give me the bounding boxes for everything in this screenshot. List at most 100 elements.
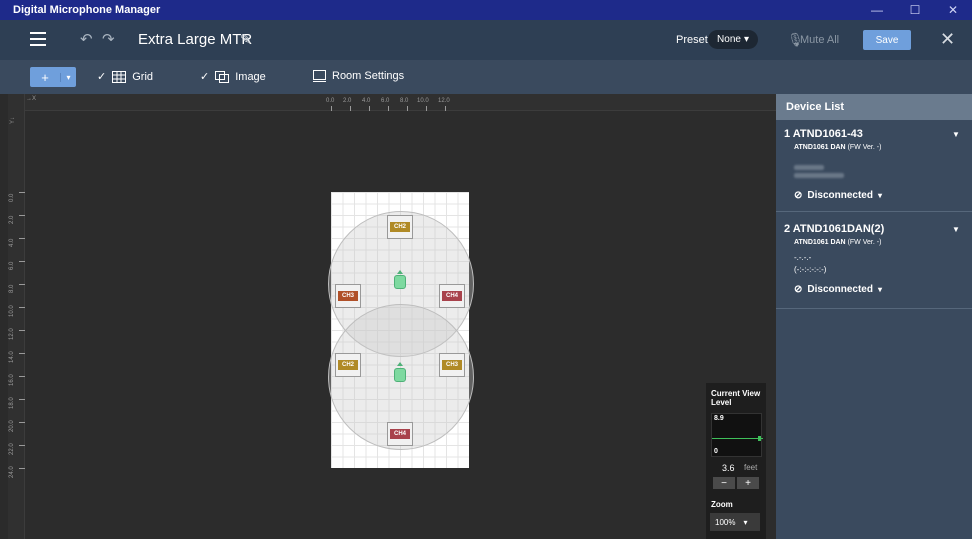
ruler-tick: 2.0	[343, 98, 352, 104]
ruler-tick: 12.0	[438, 98, 450, 104]
ruler-tick: 2.0	[9, 215, 15, 224]
view-level-graph[interactable]: 8.9 0	[711, 413, 763, 457]
ruler-tick: 18.0	[9, 397, 15, 409]
ruler-tick: 20.0	[9, 420, 15, 432]
microphone-device[interactable]	[394, 275, 406, 289]
room-title: Extra Large MTR	[138, 31, 253, 48]
channel-ch2[interactable]: CH2	[387, 215, 413, 239]
device-model-name: ATND1061 DAN	[794, 144, 846, 151]
maximize-button[interactable]: ☐	[896, 0, 934, 20]
ruler-top	[8, 94, 776, 111]
pencil-icon[interactable]: ✎	[240, 31, 252, 48]
image-toggle[interactable]: ✓ Image	[200, 70, 266, 83]
zoom-select[interactable]: 100% ▾	[710, 513, 760, 531]
preset-value: None	[717, 34, 741, 45]
redo-icon[interactable]: ↷	[102, 30, 115, 48]
channel-ch3[interactable]: CH3	[335, 284, 361, 308]
check-icon: ✓	[97, 71, 107, 83]
view-level-handle[interactable]	[758, 436, 761, 441]
save-button[interactable]: Save	[863, 30, 911, 50]
device-model: ATND1061 DAN (FW Ver. -)	[794, 144, 881, 151]
chevron-down-icon: ▾	[877, 191, 882, 200]
mute-all-button[interactable]: Mute All	[800, 34, 839, 46]
ruler-mark	[19, 307, 25, 308]
ruler-mark	[19, 376, 25, 377]
device-status[interactable]: ⊘ Disconnected ▾	[794, 190, 882, 201]
device-card[interactable]: 2 ATND1061DAN(2) ▼ ATND1061 DAN (FW Ver.…	[776, 213, 972, 309]
ruler-tick: 12.0	[9, 328, 15, 340]
device-ip: -.-.-.-	[794, 253, 812, 262]
minimize-button[interactable]: —	[858, 0, 896, 20]
channel-ch2[interactable]: CH2	[335, 353, 361, 377]
view-level-line	[712, 438, 763, 439]
disconnected-icon: ⊘	[794, 284, 803, 295]
mic-direction-arrow	[397, 362, 403, 366]
close-icon[interactable]: ✕	[940, 29, 955, 50]
hamburger-icon[interactable]	[30, 32, 46, 46]
check-icon: ✓	[200, 71, 210, 83]
ruler-mark	[19, 215, 25, 216]
channel-ch4[interactable]: CH4	[387, 422, 413, 446]
device-list-panel: Device List 1 ATND1061-43 ▼ ATND1061 DAN…	[776, 94, 972, 539]
device-status[interactable]: ⊘ Disconnected ▾	[794, 284, 882, 295]
ruler-tick: 0.0	[326, 98, 335, 104]
ruler-mark	[407, 106, 408, 111]
view-level-decrease-button[interactable]: −	[713, 477, 735, 489]
ruler-mark	[19, 422, 25, 423]
device-model-name: ATND1061 DAN	[794, 239, 846, 246]
ruler-mark	[426, 106, 427, 111]
window-close-button[interactable]: ✕	[934, 0, 972, 20]
ruler-mark	[350, 106, 351, 111]
window-title: Digital Microphone Manager	[13, 4, 161, 16]
device-card[interactable]: 1 ATND1061-43 ▼ ATND1061 DAN (FW Ver. -)…	[776, 120, 972, 212]
grid-icon	[112, 70, 127, 83]
undo-icon[interactable]: ↶	[80, 30, 93, 48]
ruler-x-label: →X	[26, 96, 37, 102]
ruler-mark	[369, 106, 370, 111]
app-window: Digital Microphone Manager — ☐ ✕ ↶ ↷ Ext…	[0, 0, 972, 539]
room-settings-button[interactable]: Room Settings	[313, 70, 404, 82]
toolbar: + ▾ ✓ Grid ✓ Image Room Settings	[0, 60, 972, 94]
channel-ch3[interactable]: CH3	[439, 353, 465, 377]
room-canvas[interactable]: →X Y↓ 0.0 2.0 4.0 6.0 8.0 10.0 12.0 0.0 …	[8, 94, 776, 539]
image-label: Image	[235, 70, 266, 83]
ruler-mark	[19, 399, 25, 400]
grid-toggle[interactable]: ✓ Grid	[97, 70, 153, 83]
microphone-device[interactable]	[394, 368, 406, 382]
ruler-tick: 4.0	[9, 238, 15, 247]
device-status-label: Disconnected	[807, 284, 873, 295]
ruler-tick: 8.0	[9, 284, 15, 293]
view-level-increase-button[interactable]: +	[737, 477, 759, 489]
device-list-title: Device List	[776, 94, 972, 120]
add-button[interactable]: + ▾	[30, 67, 76, 87]
ruler-tick: 6.0	[9, 261, 15, 270]
chevron-down-icon[interactable]: ▾	[60, 72, 76, 82]
ruler-tick: 4.0	[362, 98, 371, 104]
ruler-tick: 24.0	[9, 466, 15, 478]
view-level-title: Current View Level	[711, 389, 761, 407]
channel-ch4[interactable]: CH4	[439, 284, 465, 308]
ruler-tick: 16.0	[9, 374, 15, 386]
ruler-mark	[19, 445, 25, 446]
channel-label: CH4	[442, 291, 462, 301]
ruler-y-label: Y↓	[10, 116, 16, 124]
app-header: ↶ ↷ Extra Large MTR ✎ Preset None ▾ 🎙 Mu…	[0, 20, 972, 60]
ruler-mark	[19, 192, 25, 193]
chevron-down-icon[interactable]: ▼	[952, 130, 960, 139]
preset-select[interactable]: None ▾	[708, 30, 758, 49]
ruler-tick: 8.0	[400, 98, 409, 104]
view-level-unit: feet	[744, 463, 758, 472]
chevron-down-icon[interactable]: ▼	[952, 225, 960, 234]
ruler-mark	[445, 106, 446, 111]
ruler-mark	[19, 468, 25, 469]
redacted-address	[794, 165, 824, 170]
preset-label: Preset	[676, 34, 708, 46]
device-name: 2 ATND1061DAN(2)	[784, 223, 885, 235]
add-label: +	[41, 69, 49, 85]
ruler-mark	[388, 106, 389, 111]
chevron-down-icon: ▾	[743, 517, 748, 527]
device-name: 1 ATND1061-43	[784, 128, 863, 140]
view-level-max: 8.9	[714, 415, 724, 422]
device-firmware: (FW Ver. -)	[847, 144, 882, 151]
device-firmware: (FW Ver. -)	[847, 239, 882, 246]
